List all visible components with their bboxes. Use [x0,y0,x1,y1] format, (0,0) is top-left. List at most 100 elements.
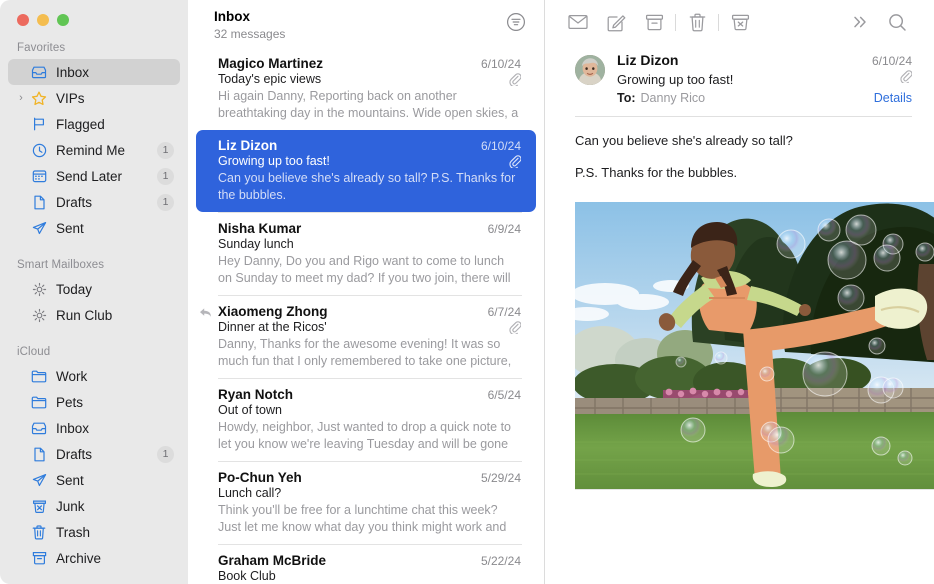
sidebar-item-label: Inbox [56,421,180,436]
sidebar-item-trash[interactable]: Trash [8,519,180,545]
message-header: Liz Dizon 6/10/24 Growing up too fast! T… [545,44,934,105]
unread-badge: 1 [157,446,174,463]
sidebar-item-label: Sent [56,221,180,236]
sidebar-item-sent[interactable]: Sent [8,215,180,241]
message-preview: Can you believe she's already so tall? P… [218,170,521,203]
sidebar-item-junk[interactable]: Junk [8,493,180,519]
paper-plane-icon [30,472,48,488]
message-paragraph: P.S. Thanks for the bubbles. [575,163,912,182]
star-icon [30,90,48,106]
message-subject: Book Club [218,569,276,583]
message-date: 6/7/24 [488,305,521,319]
message-date: 6/9/24 [488,222,521,236]
message-sender: Liz Dizon [218,138,277,153]
chevron-right-icon[interactable]: › [16,93,26,103]
paperclip-icon [900,70,912,88]
message-paragraph: Can you believe she's already so tall? [575,131,912,150]
flag-icon [30,116,48,132]
sidebar-item-label: Remind Me [56,143,157,158]
message-sender: Graham McBride [218,553,326,568]
message-sender: Xiaomeng Zhong [218,304,328,319]
zoom-button[interactable] [57,14,69,26]
close-button[interactable] [17,14,29,26]
junk-button[interactable] [721,7,759,37]
sidebar-item-inbox[interactable]: Inbox [8,59,180,85]
details-link[interactable]: Details [874,91,912,105]
sidebar-item-label: VIPs [56,91,180,106]
delete-button[interactable] [678,7,716,37]
message-list-item[interactable]: Graham McBride 5/22/24 Book Club Are you… [196,545,536,584]
minimize-button[interactable] [37,14,49,26]
unread-badge: 1 [157,142,174,159]
message-list-item[interactable]: Ryan Notch 6/5/24 Out of town Howdy, nei… [196,379,536,461]
sidebar-item-send-later[interactable]: Send Later 1 [8,163,180,189]
search-icon[interactable] [878,7,916,37]
message-count: 32 messages [214,26,285,42]
message-date: 6/10/24 [872,54,912,68]
message-recipient: To:Danny Rico [617,91,705,105]
message-list-item[interactable]: Nisha Kumar 6/9/24 Sunday lunch Hey Dann… [196,213,536,295]
clock-icon [30,142,48,158]
attachment-photo[interactable] [575,202,934,489]
sidebar-item-remind-me[interactable]: Remind Me 1 [8,137,180,163]
unread-badge: 1 [157,168,174,185]
archive-button[interactable] [635,7,673,37]
message-list-item[interactable]: Xiaomeng Zhong 6/7/24 Dinner at the Rico… [196,296,536,378]
toolbar-divider [675,14,676,31]
message-date: 6/5/24 [488,388,521,402]
message-list-header: Inbox 32 messages [188,0,544,48]
to-label: To: [617,91,636,105]
gear-icon [30,307,48,323]
sidebar-item-label: Drafts [56,447,157,462]
message-preview: Think you'll be free for a lunchtime cha… [218,502,521,535]
message-subject: Today's epic views [218,72,321,86]
message-rows: Magico Martinez 6/10/24 Today's epic vie… [188,48,544,584]
sidebar-item-label: Trash [56,525,180,540]
unread-badge: 1 [157,194,174,211]
compose-button[interactable] [597,7,635,37]
paperclip-icon [509,73,521,86]
message-sender: Ryan Notch [218,387,293,402]
message-subject: Out of town [218,403,282,417]
sidebar-item-flagged[interactable]: Flagged [8,111,180,137]
sidebar-item-run-club[interactable]: Run Club [8,302,180,328]
message-list-item[interactable]: Magico Martinez 6/10/24 Today's epic vie… [196,48,536,130]
sidebar: Favorites Inbox › VIPs Flagged Remind M [0,0,188,584]
sidebar-item-icloud-sent[interactable]: Sent [8,467,180,493]
message-date: 6/10/24 [481,139,521,153]
sidebar-item-archive[interactable]: Archive [8,545,180,571]
message-sender: Po-Chun Yeh [218,470,302,485]
message-date: 5/22/24 [481,554,521,568]
reading-pane: Liz Dizon 6/10/24 Growing up too fast! T… [545,0,934,584]
junk-bin-icon [30,498,48,514]
archive-box-icon [30,550,48,566]
message-list-item-selected[interactable]: Liz Dizon 6/10/24 Growing up too fast! C… [196,130,536,212]
avatar[interactable] [575,55,605,85]
message-preview: Howdy, neighbor, Just wanted to drop a q… [218,419,521,452]
mail-window: Favorites Inbox › VIPs Flagged Remind M [0,0,934,584]
sidebar-section-smart-mailboxes-title: Smart Mailboxes [0,251,188,276]
sidebar-item-icloud-inbox[interactable]: Inbox [8,415,180,441]
mark-unread-button[interactable] [559,7,597,37]
document-icon [30,446,48,462]
attachment-divider [575,489,934,490]
sidebar-item-label: Sent [56,473,180,488]
message-subject: Growing up too fast! [617,72,733,87]
message-list-item[interactable]: Po-Chun Yeh 5/29/24 Lunch call? Think yo… [196,462,536,544]
sidebar-item-icloud-drafts[interactable]: Drafts 1 [8,441,180,467]
sidebar-item-pets[interactable]: Pets [8,389,180,415]
sidebar-item-vips[interactable]: › VIPs [8,85,180,111]
chevron-double-right-icon[interactable] [840,7,878,37]
sidebar-item-drafts[interactable]: Drafts 1 [8,189,180,215]
filter-icon[interactable] [504,10,528,34]
inbox-icon [30,64,48,80]
reader-toolbar [545,0,934,44]
sidebar-item-today[interactable]: Today [8,276,180,302]
message-subject: Sunday lunch [218,237,294,251]
sidebar-item-label: Inbox [56,65,180,80]
folder-icon [30,368,48,384]
sidebar-item-work[interactable]: Work [8,363,180,389]
inbox-icon [30,420,48,436]
message-header-text: Liz Dizon 6/10/24 Growing up too fast! T… [617,52,912,105]
message-preview: Hey Danny, Do you and Rigo want to come … [218,253,521,286]
